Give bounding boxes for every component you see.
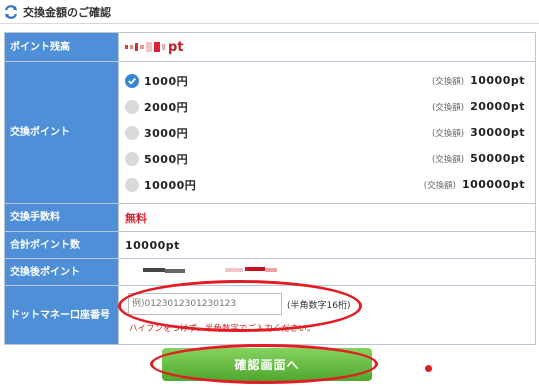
exchange-option-10000[interactable]: 10000円 (交換額) 100000pt [125,172,529,198]
balance-value: pt [125,40,529,55]
section-title: 交換金額のご確認 [23,5,111,19]
option-amount: 1000円 [144,74,189,88]
radio-unchecked-icon[interactable] [125,151,139,166]
option-points: 30000pt [470,126,525,139]
red-dot-marker [425,365,432,372]
radio-checked-icon[interactable] [125,73,139,88]
option-amount: 10000円 [144,178,197,192]
option-points: 50000pt [470,152,525,165]
exchange-amount-label: (交換額) [431,102,465,113]
after-points-row: 交換後ポイント [4,258,536,286]
option-amount: 5000円 [144,152,189,166]
exchange-confirm-table: ポイント残高 pt 交換ポイント 1000円 (交換額) 10000pt 200… [4,32,536,345]
section-header: 交換金額のご確認 [0,0,539,24]
after-points-redacted [125,266,529,278]
account-number-input[interactable] [128,293,282,315]
exchange-amount-label: (交換額) [431,128,465,139]
exchange-option-5000[interactable]: 5000円 (交換額) 50000pt [125,146,529,172]
exchange-amount-label: (交換額) [423,180,456,191]
account-format-note: (半角数字16桁) [287,301,351,311]
account-row: ドットマネー口座番号 (半角数字16桁) ハイフンをつけず、半角数字でご入力くだ… [4,285,536,345]
radio-unchecked-icon[interactable] [125,99,139,114]
option-amount: 2000円 [144,100,189,114]
balance-redacted [125,42,165,52]
fee-row: 交換手数料 無料 [4,203,536,232]
total-label: 合計ポイント数 [4,231,119,259]
exchange-points-row: 交換ポイント 1000円 (交換額) 10000pt 2000円 (交換額) 2… [4,61,536,204]
option-points: 100000pt [461,178,525,191]
exchange-points-label: 交換ポイント [4,61,119,204]
option-amount: 3000円 [144,126,189,140]
total-value: 10000pt [125,238,180,252]
radio-unchecked-icon[interactable] [125,177,139,192]
fee-label: 交換手数料 [4,203,119,232]
option-points: 20000pt [470,100,525,113]
after-points-label: 交換後ポイント [4,258,119,286]
option-points: 10000pt [470,74,525,87]
account-label: ドットマネー口座番号 [4,285,119,345]
balance-row: ポイント残高 pt [4,32,536,62]
exchange-option-2000[interactable]: 2000円 (交換額) 20000pt [125,94,529,120]
exchange-amount-label: (交換額) [431,76,465,87]
account-hint: ハイフンをつけず、半角数字でご入力ください。 [129,324,316,334]
confirm-button[interactable]: 確認画面へ [162,348,372,381]
exchange-option-3000[interactable]: 3000円 (交換額) 30000pt [125,120,529,146]
radio-unchecked-icon[interactable] [125,125,139,140]
exchange-option-1000[interactable]: 1000円 (交換額) 10000pt [125,68,529,94]
exchange-arrows-icon [4,4,18,19]
balance-label: ポイント残高 [4,32,119,62]
total-row: 合計ポイント数 10000pt [4,231,536,259]
exchange-amount-label: (交換額) [431,154,465,165]
fee-value: 無料 [125,211,147,225]
balance-suffix: pt [168,39,184,55]
